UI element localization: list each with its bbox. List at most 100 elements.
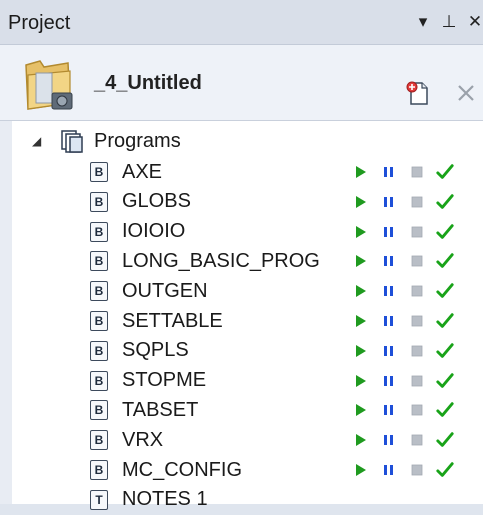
stop-icon[interactable] xyxy=(408,222,426,242)
close-icon[interactable]: ✕ xyxy=(467,12,483,32)
basic-program-icon: B xyxy=(90,162,108,182)
new-file-icon xyxy=(406,81,428,105)
basic-program-icon: B xyxy=(90,370,108,391)
basic-program-icon: B xyxy=(90,311,108,331)
program-controls xyxy=(352,395,454,425)
pause-icon[interactable] xyxy=(380,460,398,480)
tree-root-programs[interactable]: ◢ Programs xyxy=(32,127,181,155)
run-icon[interactable] xyxy=(352,430,370,450)
pause-icon[interactable] xyxy=(380,400,398,420)
program-controls xyxy=(352,336,454,366)
pause-icon[interactable] xyxy=(380,251,398,271)
program-item-label: NOTES 1 xyxy=(122,488,208,511)
program-item[interactable]: B SETTABLE xyxy=(90,306,223,336)
pause-icon[interactable] xyxy=(380,162,398,182)
run-icon[interactable] xyxy=(352,400,370,420)
run-icon[interactable] xyxy=(352,162,370,182)
check-icon[interactable] xyxy=(436,460,454,480)
program-controls xyxy=(352,425,454,455)
run-icon[interactable] xyxy=(352,311,370,331)
program-item-label: TABSET xyxy=(122,398,199,421)
program-controls xyxy=(352,366,454,396)
stop-icon[interactable] xyxy=(408,341,426,361)
program-item-label: MC_CONFIG xyxy=(122,458,242,481)
program-item[interactable]: B OUTGEN xyxy=(90,276,208,306)
programs-folder-icon xyxy=(61,130,83,153)
program-item[interactable]: B LONG_BASIC_PROG xyxy=(90,246,320,276)
program-item[interactable]: B STOPME xyxy=(90,366,206,396)
stop-icon[interactable] xyxy=(408,192,426,212)
stop-icon[interactable] xyxy=(408,162,426,182)
stop-icon[interactable] xyxy=(408,281,426,301)
pause-icon[interactable] xyxy=(380,430,398,450)
stop-icon[interactable] xyxy=(408,460,426,480)
run-icon[interactable] xyxy=(352,281,370,301)
stop-icon[interactable] xyxy=(408,251,426,271)
program-controls xyxy=(352,306,454,336)
check-icon[interactable] xyxy=(436,400,454,420)
program-controls xyxy=(352,455,454,485)
run-icon[interactable] xyxy=(352,460,370,480)
program-controls xyxy=(352,157,454,187)
program-item-label: STOPME xyxy=(122,369,207,392)
check-icon[interactable] xyxy=(436,222,454,242)
program-controls xyxy=(352,187,454,217)
check-icon[interactable] xyxy=(436,311,454,331)
program-item[interactable]: B SQPLS xyxy=(90,336,189,366)
basic-program-icon: B xyxy=(90,221,108,242)
expand-arrow-icon[interactable]: ◢ xyxy=(32,134,46,148)
pause-icon[interactable] xyxy=(380,222,398,242)
check-icon[interactable] xyxy=(436,281,454,301)
stop-icon[interactable] xyxy=(408,371,426,391)
pause-icon[interactable] xyxy=(380,281,398,301)
basic-program-icon: B xyxy=(90,340,108,361)
program-item-label: VRX xyxy=(122,428,164,451)
basic-program-icon: B xyxy=(90,400,108,421)
run-icon[interactable] xyxy=(352,251,370,271)
check-icon[interactable] xyxy=(436,162,454,182)
titlebar-controls: ▾ ⊥ ✕ xyxy=(415,12,483,32)
dropdown-arrow-icon[interactable]: ▾ xyxy=(415,12,431,32)
stop-icon[interactable] xyxy=(408,311,426,331)
check-icon[interactable] xyxy=(436,341,454,361)
program-item[interactable]: T NOTES 1 xyxy=(90,485,208,515)
program-item-label: SQPLS xyxy=(122,339,189,362)
check-icon[interactable] xyxy=(436,430,454,450)
run-icon[interactable] xyxy=(352,371,370,391)
program-item[interactable]: B IOIOIO xyxy=(90,217,185,247)
run-icon[interactable] xyxy=(352,341,370,361)
run-icon[interactable] xyxy=(352,222,370,242)
program-controls xyxy=(352,246,454,276)
stop-icon[interactable] xyxy=(408,400,426,420)
check-icon[interactable] xyxy=(436,192,454,212)
run-icon[interactable] xyxy=(352,192,370,212)
program-controls xyxy=(352,276,454,306)
pause-icon[interactable] xyxy=(380,311,398,331)
pause-icon[interactable] xyxy=(380,192,398,212)
program-tree: ◢ Programs B AXE B GLOBS B IOIOIO B LONG_BASIC_… xyxy=(0,121,483,510)
delete-x-icon xyxy=(458,85,474,101)
basic-program-icon: B xyxy=(90,251,108,272)
text-file-icon: T xyxy=(90,489,108,510)
project-name: _4_Untitled xyxy=(94,72,202,94)
basic-program-icon: B xyxy=(90,430,108,451)
pause-icon[interactable] xyxy=(380,371,398,391)
delete-item-button[interactable] xyxy=(451,78,481,108)
program-item-label: OUTGEN xyxy=(122,279,208,302)
program-item[interactable]: B GLOBS xyxy=(90,187,191,217)
stop-icon[interactable] xyxy=(408,430,426,450)
project-panel: Project ▾ ⊥ ✕ _4_Untitled ◢ Programs B A… xyxy=(0,0,483,510)
new-item-button[interactable] xyxy=(403,78,433,108)
pause-icon[interactable] xyxy=(380,341,398,361)
program-item[interactable]: B VRX xyxy=(90,425,163,455)
check-icon[interactable] xyxy=(436,371,454,391)
program-item-label: SETTABLE xyxy=(122,309,223,332)
program-item[interactable]: B TABSET xyxy=(90,395,198,425)
check-icon[interactable] xyxy=(436,251,454,271)
tree-root-label: Programs xyxy=(94,129,181,152)
project-folder-icon xyxy=(25,60,73,110)
basic-program-icon: B xyxy=(90,191,108,212)
program-item[interactable]: B MC_CONFIG xyxy=(90,455,242,485)
pin-icon[interactable]: ⊥ xyxy=(441,12,457,32)
program-item[interactable]: B AXE xyxy=(90,157,162,187)
